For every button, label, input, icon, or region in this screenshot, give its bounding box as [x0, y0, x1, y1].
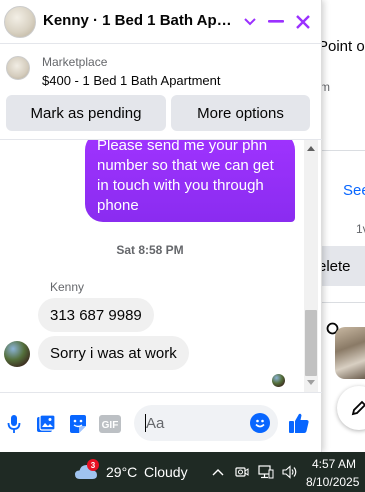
sender-name: Kenny: [50, 280, 85, 294]
sender-avatar[interactable]: [4, 341, 30, 367]
listing-thumbnail: [6, 56, 30, 80]
scroll-up-arrow-icon[interactable]: [307, 146, 315, 151]
network-icon[interactable]: [258, 464, 274, 480]
chevron-up-icon[interactable]: [210, 464, 226, 480]
text-caret: [145, 414, 146, 432]
weather-alert-badge: 3: [87, 459, 99, 471]
chevron-down-icon[interactable]: [237, 9, 263, 35]
message-composer: GIF: [0, 392, 322, 452]
listing-title: $400 - 1 Bed 1 Bath Apartment: [42, 73, 221, 88]
background-listing-title: Point o: [318, 38, 365, 55]
emoji-icon[interactable]: [250, 413, 270, 433]
photo-icon[interactable]: [35, 413, 57, 435]
scroll-down-arrow-icon[interactable]: [307, 380, 315, 385]
weather-temperature[interactable]: 29°C: [106, 464, 137, 480]
windows-taskbar: 3 29°C Cloudy 4:57 AM 8/10/2025: [0, 452, 365, 492]
sticker-icon[interactable]: [67, 413, 89, 435]
weather-condition[interactable]: Cloudy: [144, 464, 188, 480]
close-icon[interactable]: [290, 9, 316, 35]
seen-indicator-avatar: [272, 374, 285, 387]
chat-title[interactable]: Kenny · 1 Bed 1 Bath Apart...: [43, 12, 238, 29]
gif-label: GIF: [102, 420, 119, 431]
background-photo: [335, 327, 365, 379]
message-timestamp: Sat 8:58 PM: [116, 243, 184, 257]
incoming-message: 313 687 9989: [38, 298, 154, 332]
scrollbar[interactable]: [304, 140, 318, 392]
message-thread: Please send me your phn number so that w…: [0, 140, 322, 392]
speaker-icon[interactable]: [282, 464, 298, 480]
listing-source: Marketplace: [42, 55, 108, 69]
outgoing-message: Please send me your phn number so that w…: [85, 140, 295, 222]
compose-icon: [351, 400, 365, 416]
camera-icon[interactable]: [234, 464, 250, 480]
listing-card: Marketplace $400 - 1 Bed 1 Bath Apartmen…: [0, 44, 322, 140]
clock-date[interactable]: 8/10/2025: [306, 475, 359, 489]
background-see-link[interactable]: See: [343, 182, 365, 199]
minimize-icon[interactable]: [263, 9, 289, 35]
scrollbar-thumb[interactable]: [305, 310, 317, 376]
chat-header[interactable]: Kenny · 1 Bed 1 Bath Apart...: [0, 0, 322, 44]
background-delete-label: elete: [318, 258, 351, 275]
incoming-message: Sorry i was at work: [38, 336, 189, 370]
listing-avatar[interactable]: [4, 6, 36, 38]
chat-window: Kenny · 1 Bed 1 Bath Apart... Marketplac…: [0, 0, 322, 452]
more-options-button[interactable]: More options: [171, 95, 310, 131]
mark-as-pending-button[interactable]: Mark as pending: [6, 95, 166, 131]
gif-icon[interactable]: GIF: [99, 413, 121, 435]
clock-time[interactable]: 4:57 AM: [312, 457, 356, 471]
microphone-icon[interactable]: [3, 413, 25, 435]
thumbs-up-icon[interactable]: [288, 412, 310, 434]
background-small-text: 1v: [356, 222, 365, 236]
